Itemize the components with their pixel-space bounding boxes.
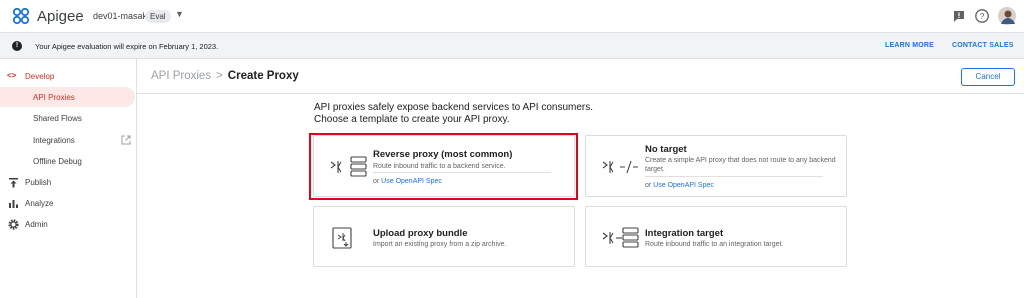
sidebar-item-label: API Proxies — [33, 93, 75, 102]
sidebar-item-label: Publish — [25, 178, 52, 187]
card-description: Route inbound traffic to an integration … — [645, 241, 784, 248]
intro-line-2: Choose a template to create your API pro… — [314, 114, 510, 125]
sidebar-item-api-proxies[interactable]: API Proxies — [0, 87, 135, 107]
sidebar-item-admin[interactable]: Admin — [0, 214, 137, 234]
link-prefix: or — [645, 182, 654, 189]
sidebar-item-label: Admin — [25, 220, 48, 229]
sidebar-item-publish[interactable]: Publish — [0, 172, 137, 192]
open-in-new-icon — [121, 135, 131, 145]
app-name[interactable]: Apigee — [37, 8, 84, 25]
use-openapi-spec-link[interactable]: Use OpenAPI Spec — [653, 182, 714, 189]
org-selector[interactable]: dev01-masaki — [93, 11, 149, 21]
card-description: Create a simple API proxy that does not … — [645, 157, 836, 173]
contact-sales-link[interactable]: CONTACT SALES — [952, 42, 1014, 49]
sidebar-item-develop[interactable]: <> Develop — [0, 66, 137, 86]
card-link-row: or Use OpenAPI Spec — [645, 182, 714, 189]
intro-text: API proxies safely expose backend servic… — [314, 102, 593, 126]
feedback-icon[interactable] — [951, 8, 967, 24]
sidebar-item-shared-flows[interactable]: Shared Flows — [0, 108, 137, 128]
intro-line-1: API proxies safely expose backend servic… — [314, 102, 594, 113]
sidebar-item-label: Shared Flows — [33, 114, 82, 123]
template-card-upload-bundle[interactable]: Upload proxy bundle Import an existing p… — [313, 206, 575, 267]
bar-chart-icon — [9, 200, 18, 208]
no-target-icon — [602, 160, 638, 174]
sidebar-item-offline-debug[interactable]: Offline Debug — [0, 151, 137, 171]
sidebar-item-label: Develop — [25, 72, 55, 81]
avatar[interactable] — [998, 7, 1016, 25]
sidebar: <> Develop API Proxies Shared Flows Inte… — [0, 59, 137, 298]
card-description: Import an existing proxy from a zip arch… — [373, 241, 507, 248]
sidebar-item-label: Integrations — [33, 136, 75, 145]
sidebar-item-label: Analyze — [25, 199, 54, 208]
publish-icon — [9, 178, 18, 188]
breadcrumb-separator: > — [216, 70, 223, 82]
header-divider — [137, 93, 1024, 94]
sidebar-item-analyze[interactable]: Analyze — [0, 193, 137, 213]
breadcrumb: API Proxies > Create Proxy — [151, 70, 299, 82]
sidebar-item-integrations[interactable]: Integrations — [0, 130, 137, 150]
learn-more-link[interactable]: LEARN MORE — [885, 42, 934, 49]
apigee-logo-icon[interactable] — [12, 7, 30, 25]
template-card-no-target[interactable]: No target Create a simple API proxy that… — [585, 135, 847, 197]
template-card-integration-target[interactable]: Integration target Route inbound traffic… — [585, 206, 847, 267]
evaluation-banner: ! Your Apigee evaluation will expire on … — [0, 33, 1024, 59]
card-title: Integration target — [645, 228, 724, 239]
gear-icon — [8, 219, 19, 230]
card-title: Upload proxy bundle — [373, 228, 468, 239]
info-icon: ! — [12, 41, 22, 51]
svg-text:?: ? — [980, 11, 985, 21]
eval-badge: Eval — [145, 10, 171, 23]
upload-bundle-icon — [332, 227, 352, 249]
help-icon[interactable]: ? — [974, 8, 990, 24]
code-icon: <> — [7, 71, 17, 80]
chevron-down-icon[interactable]: ▼ — [175, 9, 184, 19]
page-title: Create Proxy — [227, 70, 299, 82]
card-title: No target — [645, 144, 687, 155]
breadcrumb-api-proxies[interactable]: API Proxies — [151, 70, 211, 82]
banner-message: Your Apigee evaluation will expire on Fe… — [35, 42, 219, 51]
sidebar-item-label: Offline Debug — [33, 157, 82, 166]
selection-highlight — [309, 133, 578, 200]
integration-target-icon — [602, 227, 639, 248]
top-bar: Apigee dev01-masaki Eval ▼ ? — [0, 0, 1024, 33]
cancel-button[interactable]: Cancel — [961, 68, 1015, 86]
card-divider — [645, 176, 823, 177]
